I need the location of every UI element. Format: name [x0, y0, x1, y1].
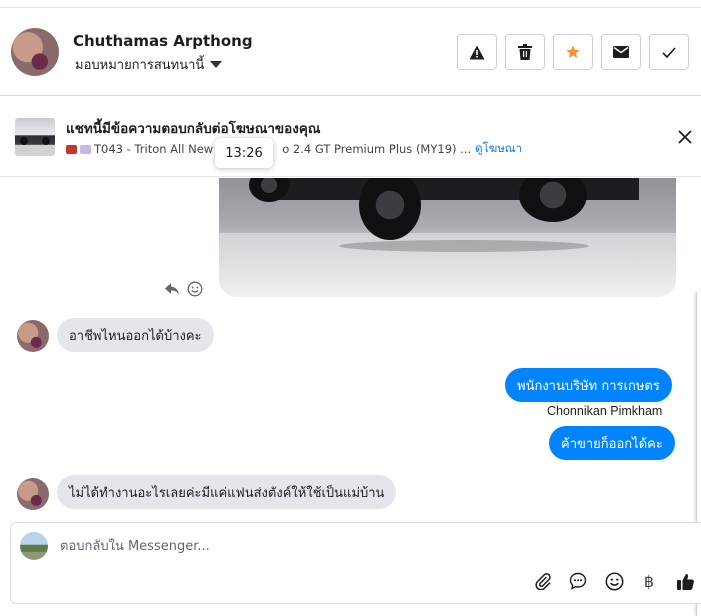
photo-wheel — [359, 178, 421, 240]
ad-banner-subtitle: T043 - Triton All New I o 2.4 GT Premium… — [66, 140, 522, 158]
ad-name-end: o 2.4 GT Premium Plus (MY19) ... — [282, 142, 472, 156]
payment-button[interactable]: ฿ — [638, 570, 660, 592]
paperclip-icon — [535, 573, 551, 590]
emoji-button[interactable] — [603, 570, 625, 592]
conversation-header: Chuthamas Arpthong มอบหมายการสนทนานี้ — [0, 8, 701, 96]
attach-button[interactable] — [532, 570, 554, 592]
baht-icon: ฿ — [643, 571, 655, 591]
like-button[interactable] — [674, 570, 696, 592]
envelope-icon — [613, 46, 629, 58]
close-icon[interactable] — [676, 128, 694, 146]
contact-avatar[interactable] — [11, 28, 59, 76]
ad-banner-title: แชทนี้มีข้อความตอบกลับต่อโฆษณาของคุณ — [66, 121, 321, 137]
assign-conversation-label: มอบหมายการสนทนานี้ — [75, 58, 205, 73]
assign-conversation-dropdown[interactable]: มอบหมายการสนทนานี้ — [75, 54, 223, 75]
ad-name-start: T043 - Triton All New I — [94, 142, 221, 156]
star-button[interactable] — [553, 34, 593, 70]
photo-wheel — [519, 178, 587, 222]
timestamp-tooltip: 13:26 — [215, 138, 273, 168]
incoming-message[interactable]: อาชีพไหนออกได้บ้างคะ — [57, 318, 214, 352]
delete-button[interactable] — [505, 34, 545, 70]
star-icon — [566, 45, 580, 58]
thumbs-up-icon — [676, 573, 694, 590]
caret-down-icon — [210, 61, 223, 68]
mark-done-button[interactable] — [649, 34, 689, 70]
reply-icon[interactable] — [164, 282, 180, 296]
contact-avatar-small[interactable] — [17, 478, 49, 510]
sender-name: Chonnikan Pimkham — [547, 404, 663, 418]
view-ad-link[interactable]: ดูโฆษณา — [475, 140, 522, 158]
warning-icon — [469, 45, 485, 59]
incoming-message[interactable]: ไม่ได้ทำงานอะไรเลยค่ะมีแค่แฟนส่งตังค์ให้… — [57, 475, 397, 509]
report-spam-button[interactable] — [457, 34, 497, 70]
contact-avatar-small[interactable] — [17, 320, 49, 352]
truck-emoji-icon — [66, 144, 77, 154]
outgoing-message[interactable]: ค้าขายก็ออกได้คะ — [549, 426, 675, 460]
chat-bubble-icon — [569, 572, 587, 590]
reply-input[interactable] — [60, 535, 520, 557]
emoji-icon — [605, 572, 623, 590]
page-avatar — [20, 532, 48, 560]
saved-replies-button[interactable] — [567, 570, 589, 592]
trash-icon — [518, 44, 532, 60]
photo-shadow — [339, 240, 589, 252]
ad-reply-banner: แชทนี้มีข้อความตอบกลับต่อโฆษณาของคุณ T04… — [0, 97, 701, 177]
diamond-emoji-icon — [80, 144, 91, 154]
mark-unread-button[interactable] — [601, 34, 641, 70]
outgoing-message[interactable]: พนักงานบริษัท การเกษตร — [505, 368, 672, 402]
react-emoji-icon[interactable] — [187, 281, 203, 297]
image-message[interactable] — [219, 178, 676, 297]
ad-thumbnail[interactable] — [15, 118, 55, 156]
header-actions — [457, 34, 689, 70]
check-icon — [662, 46, 676, 58]
contact-name[interactable]: Chuthamas Arpthong — [73, 32, 253, 50]
